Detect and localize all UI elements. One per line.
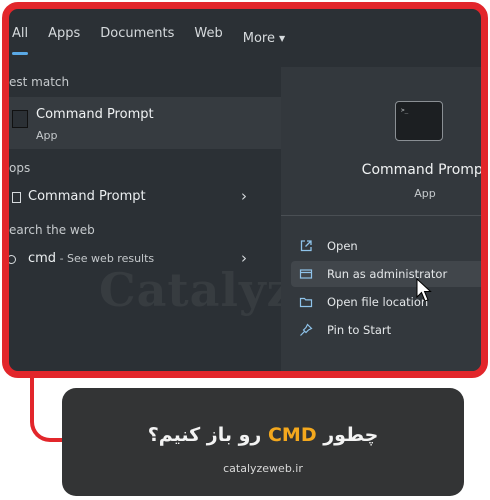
tab-more[interactable]: More ▼ [243,26,285,50]
tab-apps-label: Apps [48,26,81,41]
action-open-label: Open [327,239,358,253]
action-pin-to-start[interactable]: Pin to Start [291,317,481,343]
search-tabs: All Apps Documents Web More ▼ [9,9,481,67]
tab-documents-label: Documents [100,26,175,41]
caption-banner: چطور CMD رو باز کنیم؟ catalyzeweb.ir [62,388,464,496]
action-run-as-administrator[interactable]: Run as administrator [291,261,481,287]
results-pane: est match Command Prompt App ops Command… [9,67,281,371]
apps-result-label: Command Prompt [28,189,146,204]
watermark-logo: Catalyz [99,263,294,317]
banner-title-part1: چطور [323,424,379,446]
apps-heading: ops [9,161,31,175]
details-pane: >_ Command Prompt App Open Run as admini… [281,67,488,371]
command-prompt-app-icon: >_ [395,101,443,141]
apps-result-command-prompt[interactable]: Command Prompt › [9,185,281,213]
terminal-icon [12,110,28,128]
tab-all-label: All [12,26,29,41]
web-query: cmd [28,251,57,266]
action-open-file-location-label: Open file location [327,295,429,309]
action-open-file-location[interactable]: Open file location [291,289,481,315]
tab-documents[interactable]: Documents [100,26,174,50]
search-icon [9,255,16,264]
shield-icon [299,269,313,279]
pin-icon [300,323,313,336]
search-web-heading: earch the web [9,223,95,237]
best-match-title: Command Prompt [36,107,154,122]
open-icon [300,240,312,252]
mouse-cursor-icon [416,278,432,302]
tab-web-label: Web [194,26,223,41]
best-match-heading: est match [9,75,70,89]
caret-down-icon: ▼ [279,33,286,43]
best-match-subtitle: App [36,129,58,142]
connector-line [30,378,64,442]
prompt-glyph-icon: >_ [401,107,409,114]
tab-apps[interactable]: Apps [48,26,80,50]
action-open[interactable]: Open [291,233,481,259]
search-window: All Apps Documents Web More ▼ est match … [2,2,488,378]
banner-title-highlight: CMD [261,424,324,446]
tab-more-label: More [242,30,275,46]
details-app-subtitle: App [414,187,436,200]
details-app-title: Command Prompt [361,162,488,178]
tab-all[interactable]: All [12,26,29,55]
banner-url: catalyzeweb.ir [223,462,303,475]
best-match-result[interactable]: Command Prompt App [9,97,281,149]
banner-title: چطور CMD رو باز کنیم؟ [62,424,464,446]
action-pin-to-start-label: Pin to Start [327,323,392,337]
chevron-right-icon[interactable]: › [241,187,247,205]
tab-web[interactable]: Web [194,26,222,50]
details-divider [281,215,481,216]
folder-icon [299,297,313,308]
app-icon [12,192,21,203]
banner-title-part2: رو باز کنیم؟ [147,424,262,446]
